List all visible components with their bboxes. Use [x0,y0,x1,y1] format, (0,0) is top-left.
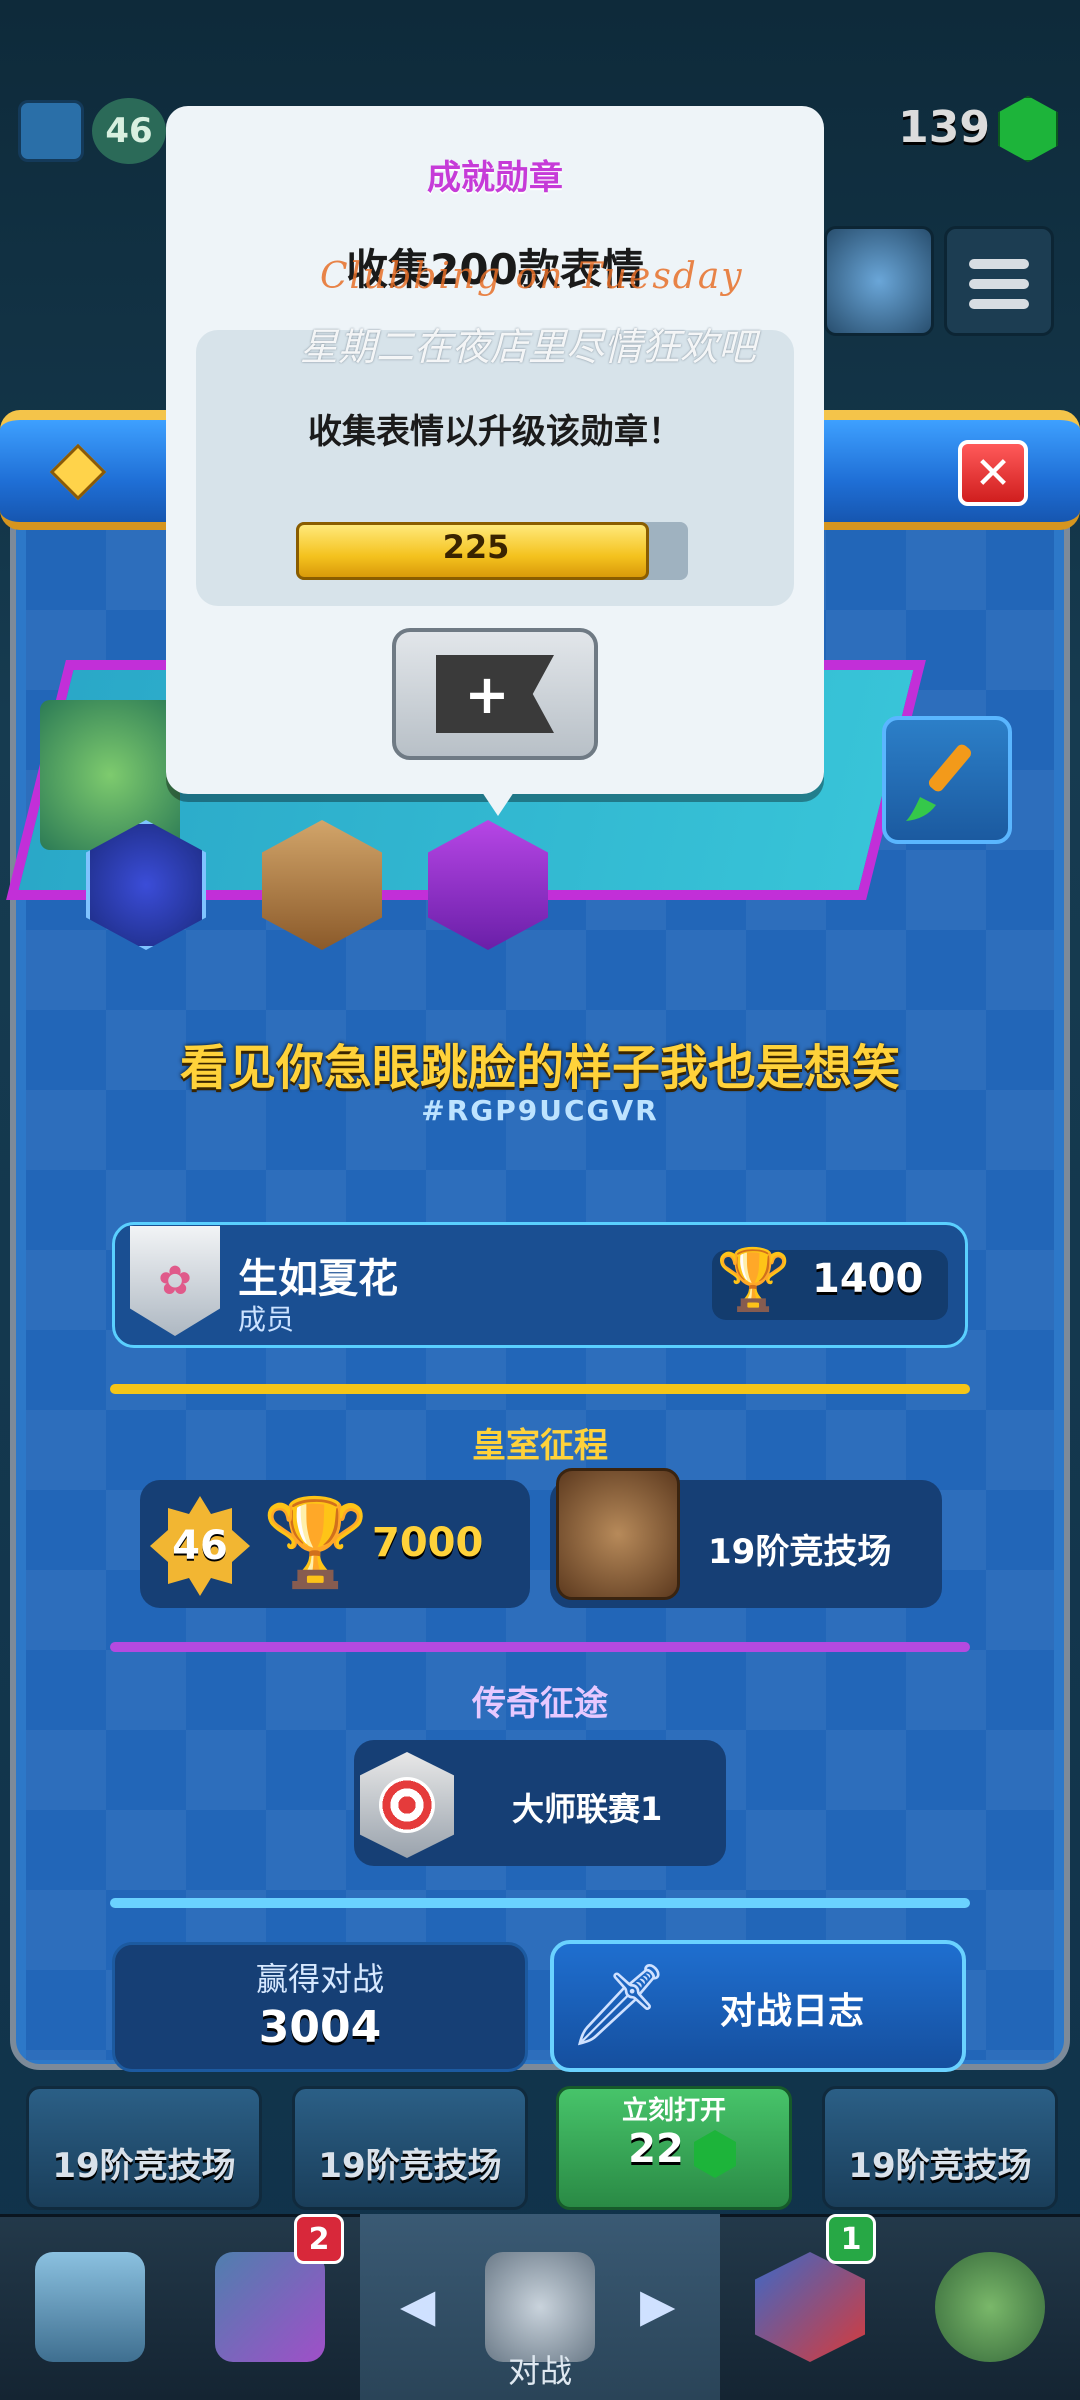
gem-icon[interactable] [998,96,1058,162]
chevron-left-icon[interactable]: ◀ [400,2278,435,2332]
player-tag[interactable]: #RGP9UCGVR [0,1094,1080,1127]
menu-line [969,299,1029,309]
overlay-english-text: Clubbing on Tuesday [320,256,744,297]
royal-road-trophies: 7000 [372,1520,484,1566]
trophy-icon: 🏆 [262,1493,370,1593]
chest-icon [35,2252,145,2362]
stats-divider [110,1898,970,1908]
laurel-sword-icon [935,2252,1045,2362]
badge-hex [428,820,548,950]
popup-description: 收集表情以升级该勋章！ [308,412,682,452]
menu-button[interactable] [944,226,1054,336]
badge-emblem-royal[interactable] [76,810,216,960]
legend-league: 大师联赛1 [512,1790,663,1828]
chest-label: 19阶竞技场 [52,2146,236,2186]
equip-badge-button[interactable]: + [392,628,598,760]
battle-log-label: 对战日志 [720,1991,865,2032]
badge-hex [86,820,206,950]
wins-label: 赢得对战 [255,1960,384,1998]
clan-badge: 1 [826,2214,876,2264]
popup-title: 成就勋章 [427,158,563,198]
chest-label: 19阶竞技场 [848,2146,1032,2186]
royal-road-arena: 19阶竞技场 [708,1532,892,1572]
legend-title: 传奇征途 [472,1684,608,1724]
wins-value: 3004 [258,2002,382,2053]
overlay-chinese-text: 星期二在夜店里尽情狂欢吧 [300,325,757,369]
sword-icon: 🗡 [568,1958,670,2051]
player-avatar-button[interactable] [824,226,934,336]
clan-role: 成员 [238,1303,295,1336]
cards-icon [215,2252,325,2362]
player-name: 看见你急眼跳脸的样子我也是想笑 [179,1040,900,1096]
cards-badge: 2 [294,2214,344,2264]
paintbrush-icon [906,744,972,821]
badge-hex [262,820,382,950]
arena-image [556,1468,680,1600]
chevron-right-icon[interactable]: ▶ [640,2278,675,2332]
royal-road-divider [110,1384,970,1394]
target-rings [379,1777,435,1833]
nav-events[interactable] [900,2214,1080,2400]
experience-level-badge[interactable]: 46 [92,98,166,164]
nav-shop[interactable] [0,2214,180,2400]
trophy-icon: 🏆 [716,1245,791,1315]
badge-emblem-emotes[interactable] [418,810,558,960]
menu-line [969,279,1029,289]
crown-icon[interactable] [18,100,84,162]
clan-shield-icon [755,2252,865,2362]
close-button[interactable]: ✕ [958,440,1028,506]
chest-label: 19阶竞技场 [318,2146,502,2186]
battle-label: 对战 [507,2352,572,2390]
legend-divider [110,1642,970,1652]
clan-trophies: 1400 [812,1256,924,1302]
progress-value: 225 [442,528,510,566]
open-now-label: 立刻打开 [621,2096,726,2126]
royal-road-title: 皇室征程 [472,1426,608,1466]
experience-level: 46 [105,111,153,151]
plus-flag-icon: + [436,655,554,733]
gem-count: 139 [898,102,990,153]
menu-line [969,259,1029,269]
edit-banner-button[interactable] [882,716,1012,844]
clan-name: 生如夏花 [238,1256,398,1302]
badge-emblem-sword[interactable] [252,810,392,960]
